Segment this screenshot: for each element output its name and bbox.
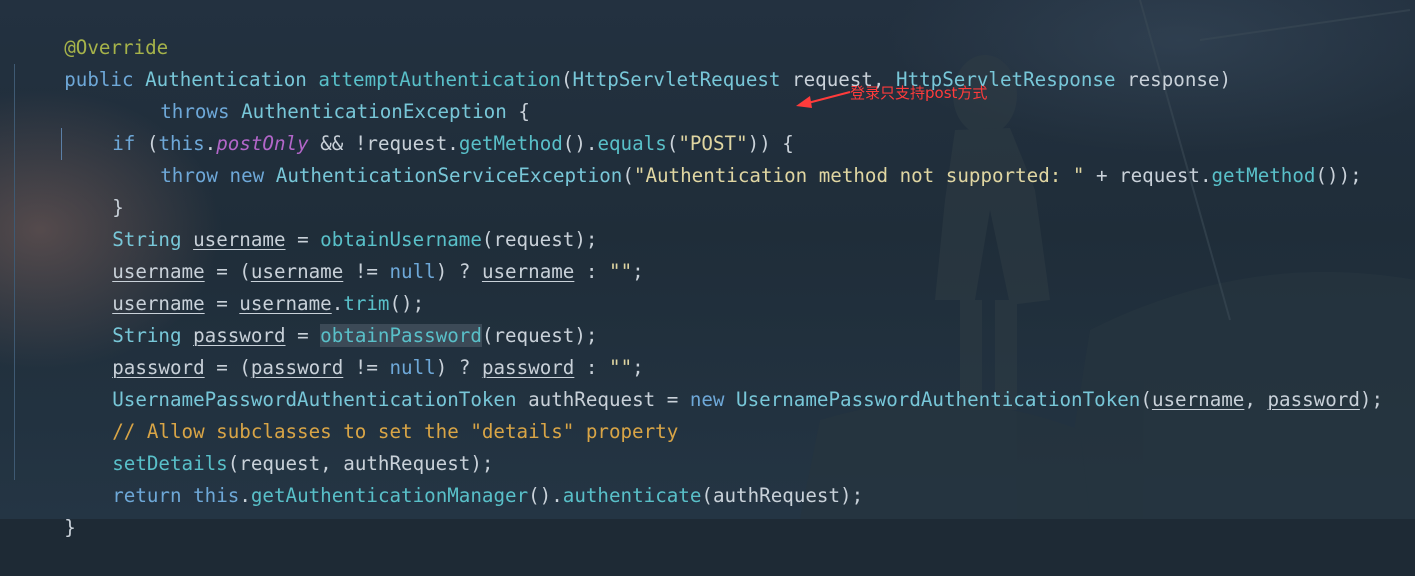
code-line-5: throw new AuthenticationServiceException… <box>114 128 1361 187</box>
code-line-10: String password = obtainPassword(request… <box>66 288 597 347</box>
method-call-token: getAuthenticationManager <box>250 484 529 507</box>
code-line-11: password = (password != null) ? password… <box>66 320 643 379</box>
method-call-token: getMethod <box>1211 164 1316 187</box>
operator-token: : <box>574 260 610 283</box>
method-call-token: authenticate <box>562 484 702 507</box>
keyword-token: this <box>193 484 240 507</box>
punctuation-token: ( <box>1140 388 1152 411</box>
variable-token: password <box>1267 388 1360 411</box>
code-line-6: } <box>66 160 124 219</box>
code-line-13: // Allow subclasses to set the "details"… <box>66 384 678 443</box>
string-token: "Authentication method not supported: " <box>633 164 1085 187</box>
punctuation-token: } <box>64 516 76 539</box>
code-line-12: UsernamePasswordAuthenticationToken auth… <box>66 352 1383 411</box>
operator-token: ) ? <box>435 260 482 283</box>
keyword-token: new <box>229 164 265 187</box>
type-token: UsernamePasswordAuthenticationToken <box>736 388 1141 411</box>
punctuation-token: ; <box>632 260 644 283</box>
punctuation-token: . <box>239 484 251 507</box>
code-line-16: } <box>18 480 76 539</box>
code-line-7: String username = obtainUsername(request… <box>66 192 597 251</box>
code-line-1: @Override <box>18 0 168 59</box>
punctuation-token: ()); <box>1315 164 1362 187</box>
code-line-15: return this.getAuthenticationManager().a… <box>66 448 863 507</box>
type-token: AuthenticationServiceException <box>275 164 623 187</box>
string-token: "" <box>609 260 633 283</box>
code-line-4: if (this.postOnly && !request.getMethod(… <box>66 96 794 155</box>
variable-token: username <box>1151 388 1245 411</box>
code-line-2: public Authentication attemptAuthenticat… <box>18 32 1231 91</box>
punctuation-token: , <box>1244 388 1268 411</box>
code-editor[interactable]: @Override public Authentication attemptA… <box>0 0 1415 539</box>
expression-token: + request. <box>1084 164 1212 187</box>
code-line-9: username = username.trim(); <box>66 256 424 315</box>
punctuation-token: (authRequest); <box>701 484 864 507</box>
punctuation-token: ( <box>622 164 634 187</box>
code-line-8: username = (username != null) ? username… <box>66 224 643 283</box>
variable-token: username <box>481 260 575 283</box>
punctuation-token: ( <box>560 68 573 91</box>
code-line-14: setDetails(request, authRequest); <box>66 416 493 475</box>
annotation-note: 登录只支持post方式 <box>850 84 988 102</box>
type-token: HttpServletRequest <box>572 68 781 91</box>
indent-guide <box>14 64 15 480</box>
punctuation-token: (). <box>528 484 563 507</box>
keyword-token: throw <box>160 164 218 187</box>
keyword-token: new <box>689 388 725 411</box>
indent-guide-active <box>61 128 62 160</box>
code-line-3: throws AuthenticationException { <box>114 64 530 123</box>
keyword-token: return <box>112 484 182 507</box>
param-token: response) <box>1115 68 1232 91</box>
punctuation-token: ); <box>1359 388 1383 411</box>
